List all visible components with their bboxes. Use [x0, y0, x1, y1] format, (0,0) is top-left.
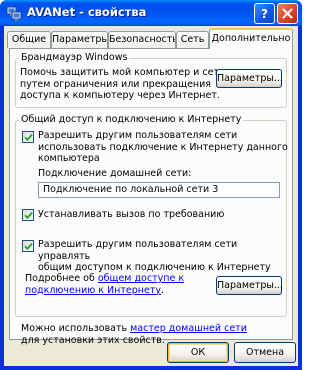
- window-title: AVANet - свойства: [27, 5, 147, 19]
- dial-on-demand-label[interactable]: Устанавливать вызов по требованию: [38, 209, 224, 221]
- cancel-button[interactable]: Отмена: [234, 342, 296, 363]
- allow-share-label[interactable]: Разрешить другим пользователям сети испо…: [38, 130, 288, 165]
- ics-group-legend: Общий доступ к подключению к Интернету: [19, 114, 244, 125]
- dialog-client-area: Общие Параметры Безопасность Сеть Дополн…: [4, 26, 298, 366]
- network-connection-icon: [6, 6, 22, 21]
- ics-more-info-suffix: .: [160, 284, 164, 296]
- allow-share-label-line: Разрешить другим пользователям сети: [38, 130, 238, 141]
- allow-share-label-line: компьютера: [38, 153, 100, 164]
- ics-help-link[interactable]: общем доступе к: [98, 273, 184, 284]
- help-button[interactable]: ?: [254, 3, 275, 24]
- ics-more-info-prefix: Подробнее об: [25, 273, 98, 284]
- checkmark-icon: [24, 134, 33, 142]
- footer-prefix: Можно использовать: [21, 323, 131, 334]
- ics-more-info-line1: Подробнее об общем доступе к: [25, 273, 184, 285]
- close-x-icon: [282, 8, 293, 19]
- window-frame: AVANet - свойства ? Общие Параметры Безо…: [0, 0, 302, 370]
- firewall-settings-button[interactable]: Параметры...: [216, 69, 283, 88]
- tab-general[interactable]: Общие: [7, 31, 51, 48]
- ok-button[interactable]: ОК: [167, 342, 229, 363]
- firewall-group-legend: Брандмауэр Windows: [19, 52, 130, 63]
- dial-on-demand-checkbox[interactable]: [22, 209, 34, 221]
- tab-security[interactable]: Безопасность: [108, 31, 176, 48]
- ics-help-link-continued[interactable]: подключению к Интернету: [25, 285, 161, 296]
- allow-control-label-line: общим доступом к подключению к Интернету: [38, 262, 271, 273]
- tab-network[interactable]: Сеть: [176, 31, 209, 48]
- firewall-description: Помочь защитить мой компьютер и сеть пут…: [20, 67, 225, 102]
- firewall-description-line: доступа к компьютеру через Интернет.: [20, 90, 220, 101]
- ics-more-info: Подробнее об общем доступе к подключению…: [25, 273, 184, 296]
- home-connection-label: Подключение домашней сети:: [38, 168, 192, 179]
- title-bar[interactable]: AVANet - свойства ?: [0, 0, 302, 26]
- ics-settings-button[interactable]: Параметры...: [216, 276, 283, 295]
- allow-control-label-line: Разрешить другим пользователям сети упра…: [38, 239, 238, 262]
- tab-advanced[interactable]: Дополнительно: [209, 28, 293, 49]
- question-mark-icon: ?: [261, 6, 268, 21]
- allow-control-checkbox[interactable]: [22, 240, 34, 252]
- network-setup-wizard-link[interactable]: мастер домашней сети: [130, 323, 247, 334]
- firewall-description-line: путем ограничения или прекращения: [20, 78, 212, 90]
- firewall-description-line: Помочь защитить мой компьютер и сеть: [20, 67, 225, 78]
- tab-page-advanced: Брандмауэр Windows Помочь защитить мой к…: [9, 48, 293, 346]
- allow-share-checkbox[interactable]: [22, 131, 34, 143]
- home-connection-field[interactable]: Подключение по локальной сети 3: [38, 182, 280, 198]
- footer-line1: Можно использовать мастер домашней сети: [21, 323, 247, 335]
- close-button[interactable]: [277, 3, 298, 24]
- ics-more-info-line2: подключению к Интернету.: [25, 285, 184, 297]
- allow-share-label-line: использовать подключение к Интернету дан…: [38, 141, 288, 153]
- checkmark-icon: [24, 243, 33, 251]
- allow-control-label[interactable]: Разрешить другим пользователям сети упра…: [38, 239, 292, 274]
- checkmark-icon: [24, 212, 33, 220]
- tab-options[interactable]: Параметры: [51, 31, 108, 48]
